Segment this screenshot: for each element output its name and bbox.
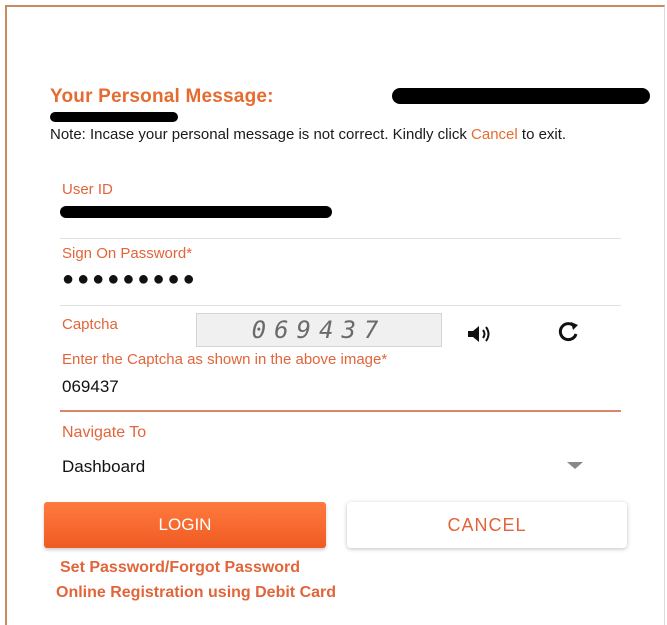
navigate-to-label: Navigate To (62, 424, 147, 441)
online-registration-link[interactable]: Online Registration using Debit Card (56, 584, 336, 602)
redacted-message (392, 88, 650, 104)
redacted-message-overflow (50, 112, 178, 122)
cancel-button[interactable]: CANCEL (347, 502, 627, 548)
password-label: Sign On Password* (62, 245, 193, 262)
refresh-icon[interactable] (555, 319, 581, 345)
personal-message-title: Your Personal Message: (50, 86, 274, 107)
note-suffix: to exit. (517, 126, 567, 143)
captcha-image: 069437 (196, 313, 442, 347)
captcha-underline (60, 410, 621, 412)
navigate-to-select[interactable]: Dashboard (60, 450, 622, 484)
note-cancel-link[interactable]: Cancel (471, 126, 518, 143)
note-text: Note: Incase your personal message is no… (50, 126, 472, 143)
personal-message-note: Note: Incase your personal message is no… (50, 126, 667, 143)
redacted-user-id (60, 206, 332, 218)
login-button[interactable]: LOGIN (44, 502, 326, 548)
captcha-input[interactable]: 069437 (62, 377, 119, 397)
password-field[interactable]: ●●●●●●●●● (62, 268, 198, 291)
captcha-label: Captcha (62, 316, 118, 333)
navigate-to-value: Dashboard (62, 457, 146, 476)
user-id-label: User ID (62, 181, 113, 198)
chevron-down-icon[interactable] (567, 462, 583, 469)
speaker-icon[interactable] (466, 321, 496, 347)
password-underline (60, 305, 621, 306)
user-id-underline (60, 238, 621, 239)
forgot-password-link[interactable]: Set Password/Forgot Password (60, 559, 300, 577)
captcha-hint: Enter the Captcha as shown in the above … (62, 351, 388, 368)
user-id-field[interactable] (60, 198, 620, 234)
